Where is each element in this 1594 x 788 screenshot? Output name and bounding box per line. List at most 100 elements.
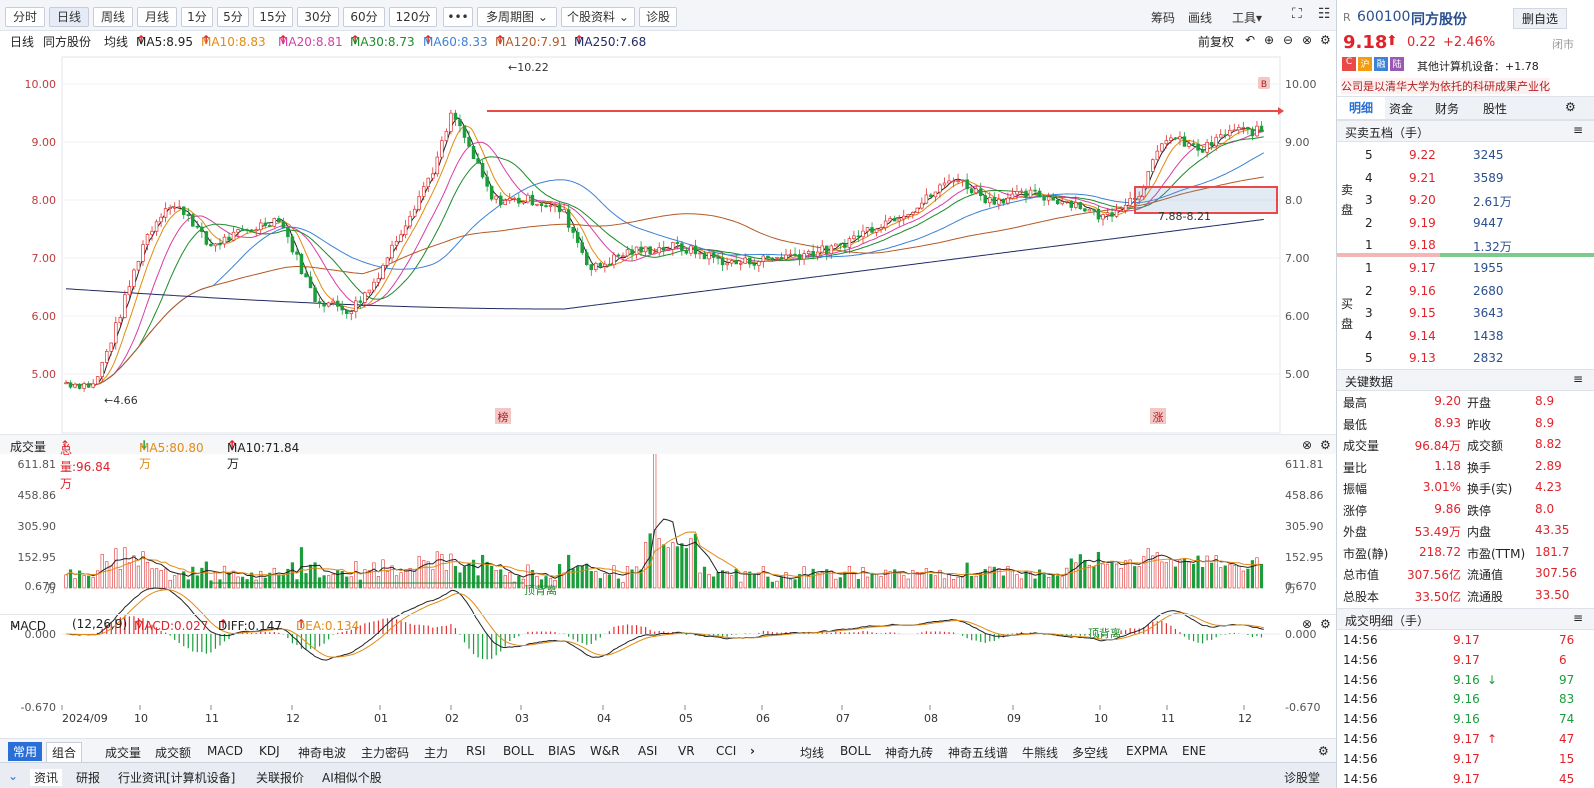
sell-level-row[interactable]: 4 9.21 3589 — [1337, 169, 1594, 191]
sell-price: 9.18 — [1409, 238, 1436, 253]
ind-rsi[interactable]: RSI — [466, 744, 486, 758]
tab-news[interactable]: 资讯 — [30, 769, 63, 786]
close-macd-icon[interactable]: ⊗ — [1302, 617, 1312, 631]
period-tab-day[interactable]: 日线 — [49, 7, 89, 27]
period-tab-fenshi[interactable]: 分时 — [5, 7, 45, 27]
key-label: 内盘 — [1467, 525, 1492, 539]
diagnose-button[interactable]: 诊股 — [639, 7, 677, 27]
key-menu-icon[interactable]: ≡ — [1573, 372, 1583, 386]
ind-wave[interactable]: 神奇电波 — [298, 744, 346, 761]
tab-related-quotes[interactable]: 关联报价 — [256, 769, 304, 786]
buy-volume: 1955 — [1473, 261, 1504, 275]
tab-funds[interactable]: 资金 — [1389, 100, 1413, 117]
macd-settings-icon[interactable]: ⚙ — [1320, 617, 1331, 631]
split-icon[interactable]: ☷ — [1318, 6, 1331, 22]
remove-favorite-button[interactable]: 删自选 — [1513, 8, 1568, 29]
sh-icon[interactable]: 沪 — [1358, 57, 1372, 71]
ind-boll[interactable]: BOLL — [503, 744, 534, 758]
tabs-settings-icon[interactable]: ⚙ — [1318, 744, 1329, 758]
period-tab-120min[interactable]: 120分 — [389, 7, 437, 27]
collapse-icon[interactable]: ⌄ — [8, 769, 18, 783]
volume-tick-right: 152.95 — [1285, 551, 1324, 564]
tab-detail[interactable]: 明细 — [1337, 97, 1385, 119]
margin-icon[interactable]: 融 — [1374, 57, 1388, 71]
period-tab-5min[interactable]: 5分 — [217, 7, 249, 27]
period-tab-month[interactable]: 月线 — [137, 7, 177, 27]
ma-label[interactable]: 均线 — [104, 33, 128, 50]
draw-button[interactable]: 画线 — [1188, 9, 1212, 26]
ind-macd[interactable]: MACD — [207, 744, 243, 758]
r-prefix: R — [1343, 11, 1351, 24]
candle-body — [394, 240, 399, 246]
ind-vr[interactable]: VR — [678, 744, 695, 758]
ind-volume[interactable]: 成交量 — [105, 744, 141, 761]
ind-asi[interactable]: ASI — [638, 744, 657, 758]
candle-body — [145, 234, 150, 245]
company-desc[interactable]: 公司是以清华大学为依托的科研成果产业化 — [1341, 78, 1550, 94]
sell-level-row[interactable]: 2 9.19 9447 — [1337, 214, 1594, 236]
volume-settings-icon[interactable]: ⚙ — [1320, 438, 1331, 452]
more-button[interactable]: ••• — [443, 7, 473, 27]
more-indicators-icon[interactable]: › — [750, 744, 755, 758]
cny-icon[interactable]: C — [1342, 57, 1356, 71]
tab-industry-news[interactable]: 行业资讯[计算机设备] — [118, 769, 235, 786]
diagnose-hall-button[interactable]: 诊股堂 — [1284, 769, 1320, 786]
period-tab-30min[interactable]: 30分 — [297, 7, 339, 27]
ind-main[interactable]: 主力 — [424, 744, 448, 761]
ov-long-short[interactable]: 多空线 — [1072, 744, 1108, 761]
tab-finance[interactable]: 财务 — [1435, 100, 1459, 117]
zoom-in-icon[interactable]: ⊕ — [1264, 33, 1274, 47]
candle-body — [983, 195, 987, 204]
settings-icon[interactable]: ⚙ — [1320, 33, 1331, 47]
candle-body — [86, 383, 91, 388]
buy-level-row[interactable]: 4 9.14 1438 — [1337, 327, 1594, 349]
ov-expma[interactable]: EXPMA — [1126, 744, 1168, 758]
period-tab-1min[interactable]: 1分 — [181, 7, 213, 27]
tools-menu[interactable]: 工具▾ — [1232, 9, 1262, 26]
ind-kdj[interactable]: KDJ — [259, 744, 280, 758]
ind-amount[interactable]: 成交额 — [155, 744, 191, 761]
tab-combo[interactable]: 组合 — [46, 742, 83, 763]
fullscreen-icon[interactable]: ⛶ — [1292, 6, 1302, 22]
ov-nine[interactable]: 神奇九砖 — [885, 744, 933, 761]
stock-info-dropdown[interactable]: 个股资料 ⌄ — [561, 7, 635, 27]
macd-label[interactable]: MACD ⌄ — [10, 617, 46, 633]
zoom-out-icon[interactable]: ⊖ — [1283, 33, 1293, 47]
tab-common[interactable]: 常用 — [8, 742, 43, 761]
close-volume-icon[interactable]: ⊗ — [1302, 438, 1312, 452]
trades-menu-icon[interactable]: ≡ — [1573, 611, 1583, 625]
period-tab-week[interactable]: 周线 — [93, 7, 133, 27]
ind-wr[interactable]: W&R — [590, 744, 620, 758]
industry-change[interactable]: 其他计算机设备：+1.78 — [1417, 58, 1539, 74]
buy-level-row[interactable]: 3 9.15 3643 — [1337, 304, 1594, 326]
undo-icon[interactable]: ↶ — [1245, 33, 1255, 47]
trade-price: 9.17 — [1453, 633, 1480, 647]
gear-icon[interactable]: ⚙ — [1565, 100, 1576, 114]
close-panel-icon[interactable]: ⊗ — [1302, 33, 1312, 47]
volume-label[interactable]: 成交量 — [10, 438, 46, 455]
tab-research[interactable]: 研报 — [76, 769, 100, 786]
ind-cci[interactable]: CCI — [716, 744, 736, 758]
ov-ma[interactable]: 均线 — [800, 744, 824, 761]
tab-ai-similar[interactable]: AI相似个股 — [322, 769, 382, 786]
lu-icon[interactable]: 陆 — [1390, 57, 1404, 71]
orderbook-menu-icon[interactable]: ≡ — [1573, 123, 1583, 137]
chips-button[interactable]: 筹码 — [1151, 9, 1175, 26]
ov-boll[interactable]: BOLL — [840, 744, 871, 758]
candle-body — [861, 230, 865, 238]
tab-character[interactable]: 股性 — [1483, 100, 1507, 117]
adjust-dropdown[interactable]: 前复权 — [1198, 33, 1234, 50]
multi-period-dropdown[interactable]: 多周期图 ⌄ — [477, 7, 557, 27]
period-tab-60min[interactable]: 60分 — [343, 7, 385, 27]
ov-five-line[interactable]: 神奇五线谱 — [948, 744, 1008, 761]
ov-bull-bear[interactable]: 牛熊线 — [1022, 744, 1058, 761]
buy-level-row[interactable]: 2 9.16 2680 — [1337, 282, 1594, 304]
ov-ene[interactable]: ENE — [1182, 744, 1206, 758]
sell-level-row[interactable]: 3 9.20 2.61万 — [1337, 191, 1594, 213]
period-tab-15min[interactable]: 15分 — [253, 7, 293, 27]
ind-bias[interactable]: BIAS — [548, 744, 576, 758]
volume-bar — [236, 576, 240, 589]
sell-level-row[interactable]: 5 9.22 3245 — [1337, 146, 1594, 168]
buy-level-row[interactable]: 1 9.17 1955 — [1337, 259, 1594, 281]
ind-main-code[interactable]: 主力密码 — [361, 744, 409, 761]
